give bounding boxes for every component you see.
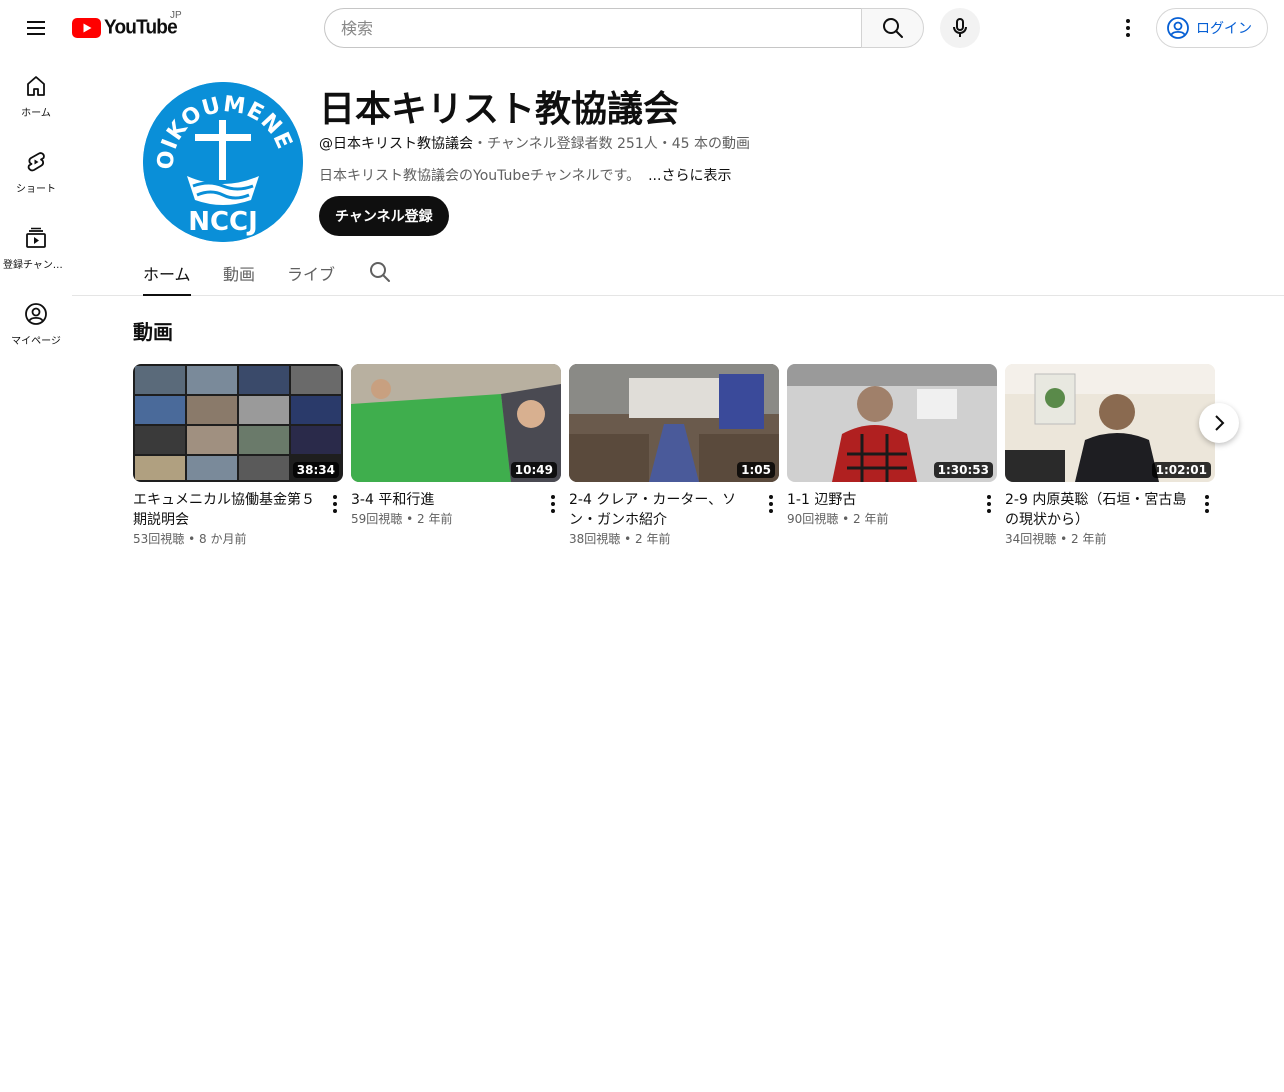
account-icon: [25, 303, 47, 325]
channel-handle: @日本キリスト教協議会: [319, 136, 473, 152]
guide-item-subscriptions[interactable]: 登録チャンネル: [0, 208, 72, 284]
subscribe-button[interactable]: チャンネル登録: [319, 196, 449, 236]
logo-wordmark: YouTube: [104, 16, 178, 39]
publish-age: 2 年前: [635, 532, 671, 546]
video-thumbnail[interactable]: 1:02:01: [1005, 364, 1215, 482]
subscriptions-icon: [26, 227, 46, 248]
video-action-menu[interactable]: [323, 492, 347, 516]
masthead: YouTube JP ログイン: [0, 0, 1284, 56]
video-thumbnail[interactable]: 1:05: [569, 364, 779, 482]
guide-label: マイページ: [11, 336, 61, 347]
video-thumbnail[interactable]: 38:34: [133, 364, 343, 482]
login-button[interactable]: ログイン: [1156, 8, 1268, 48]
view-count: 59回視聴: [351, 512, 403, 526]
channel-stats: ・チャンネル登録者数 251人・45 本の動画: [473, 136, 751, 152]
guide-label: 登録チャンネル: [3, 260, 69, 271]
channel-description[interactable]: 日本キリスト教協議会のYouTubeチャンネルです。 ...さらに表示: [319, 165, 731, 185]
video-metadata: 38回視聴 • 2 年前: [569, 532, 671, 546]
video-action-menu[interactable]: [541, 492, 565, 516]
account-circle-icon: [1167, 17, 1189, 39]
tab-videos[interactable]: 動画: [223, 252, 255, 295]
more-vert-icon: [769, 495, 773, 513]
video-duration: 38:34: [292, 462, 339, 478]
guide-menu-button[interactable]: [16, 8, 56, 48]
video-title[interactable]: エキュメニカル協働基金第５期説明会: [133, 490, 319, 530]
shorts-icon: [27, 152, 45, 172]
video-metadata: 59回視聴 • 2 年前: [351, 512, 453, 526]
mini-guide: ホーム ショート 登録チャンネル マイページ: [0, 56, 72, 360]
home-icon: [27, 76, 45, 96]
view-count: 90回視聴: [787, 512, 839, 526]
view-count: 38回視聴: [569, 532, 621, 546]
video-title[interactable]: 1-1 辺野古: [787, 490, 973, 510]
video-action-menu[interactable]: [977, 492, 1001, 516]
search-icon: [370, 262, 390, 282]
shelf-title[interactable]: 動画: [133, 316, 173, 345]
microphone-icon: [953, 18, 967, 37]
video-title[interactable]: 2-4 クレア・カーター、ソン・ガンホ紹介: [569, 490, 755, 530]
description-text: 日本キリスト教協議会のYouTubeチャンネルです。: [319, 168, 641, 184]
video-card[interactable]: 1:30:53 1-1 辺野古 90回視聴 • 2 年前: [787, 364, 997, 528]
more-vert-icon: [987, 495, 991, 513]
youtube-logo[interactable]: YouTube JP: [72, 10, 182, 42]
voice-search-button[interactable]: [940, 8, 980, 48]
video-action-menu[interactable]: [759, 492, 783, 516]
video-title[interactable]: 3-4 平和行進: [351, 490, 537, 510]
view-count: 34回視聴: [1005, 532, 1057, 546]
avatar-text-bottom: NCCJ: [188, 207, 258, 237]
video-action-menu[interactable]: [1195, 492, 1219, 516]
channel-tabs: ホーム 動画 ライブ: [72, 252, 1284, 296]
view-count: 53回視聴: [133, 532, 185, 546]
channel-avatar[interactable]: OIKOUMENE NCCJ: [143, 82, 303, 242]
video-card[interactable]: 1:05 2-4 クレア・カーター、ソン・ガンホ紹介 38回視聴 • 2 年前: [569, 364, 779, 548]
more-vert-icon: [1205, 495, 1209, 513]
video-metadata: 34回視聴 • 2 年前: [1005, 532, 1107, 546]
search-input[interactable]: [324, 8, 861, 48]
more-vert-icon: [551, 495, 555, 513]
video-card[interactable]: 1:02:01 2-9 内原英聡（石垣・宮古島の現状から） 34回視聴 • 2 …: [1005, 364, 1215, 548]
guide-label: ショート: [16, 184, 56, 195]
nccj-logo: OIKOUMENE NCCJ: [143, 82, 303, 242]
video-duration: 10:49: [510, 462, 557, 478]
guide-item-shorts[interactable]: ショート: [0, 132, 72, 208]
publish-age: 8 か月前: [199, 532, 247, 546]
search-icon: [882, 18, 903, 38]
video-duration: 1:05: [737, 462, 775, 478]
video-title[interactable]: 2-9 内原英聡（石垣・宮古島の現状から）: [1005, 490, 1191, 530]
video-card[interactable]: 38:34 エキュメニカル協働基金第５期説明会 53回視聴 • 8 か月前: [133, 364, 343, 548]
video-thumbnail[interactable]: 1:30:53: [787, 364, 997, 482]
guide-item-you[interactable]: マイページ: [0, 284, 72, 360]
shelf-next-button[interactable]: [1199, 403, 1239, 443]
publish-age: 2 年前: [417, 512, 453, 526]
video-card[interactable]: 10:49 3-4 平和行進 59回視聴 • 2 年前: [351, 364, 561, 528]
chevron-right-icon: [1215, 415, 1225, 431]
video-duration: 1:30:53: [933, 462, 993, 478]
guide-label: ホーム: [21, 108, 51, 119]
login-label: ログイン: [1196, 21, 1252, 37]
hamburger-menu-icon: [27, 21, 45, 35]
tab-search-button[interactable]: [368, 260, 392, 289]
tab-live[interactable]: ライブ: [287, 252, 335, 295]
search-box: [324, 8, 924, 48]
video-metadata: 90回視聴 • 2 年前: [787, 512, 889, 526]
more-vert-icon: [333, 495, 337, 513]
publish-age: 2 年前: [853, 512, 889, 526]
more-vert-icon: [1126, 19, 1130, 37]
country-code: JP: [170, 10, 182, 21]
tab-home[interactable]: ホーム: [143, 252, 191, 296]
show-more-link[interactable]: ...さらに表示: [648, 168, 731, 184]
settings-menu-button[interactable]: [1108, 8, 1148, 48]
channel-meta: @日本キリスト教協議会・チャンネル登録者数 251人・45 本の動画: [319, 133, 750, 153]
video-duration: 1:02:01: [1151, 462, 1211, 478]
youtube-play-icon: [72, 18, 101, 38]
video-metadata: 53回視聴 • 8 か月前: [133, 532, 247, 546]
search-button[interactable]: [861, 8, 924, 48]
publish-age: 2 年前: [1071, 532, 1107, 546]
channel-title: 日本キリスト教協議会: [319, 89, 680, 130]
video-thumbnail[interactable]: 10:49: [351, 364, 561, 482]
guide-item-home[interactable]: ホーム: [0, 56, 72, 132]
